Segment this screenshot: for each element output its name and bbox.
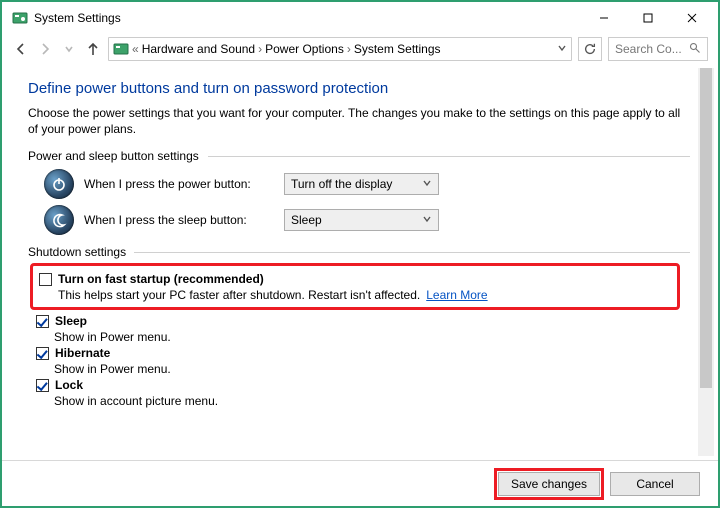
search-placeholder: Search Co... (615, 42, 682, 56)
fast-startup-checkbox[interactable] (39, 273, 52, 286)
hibernate-checkbox[interactable] (36, 347, 49, 360)
control-panel-path-icon (113, 41, 129, 57)
up-button[interactable] (84, 40, 102, 58)
window-title: System Settings (34, 11, 582, 25)
power-sleep-section-title: Power and sleep button settings (28, 149, 690, 163)
page-heading: Define power buttons and turn on passwor… (28, 80, 690, 97)
breadcrumb-seg-3[interactable]: System Settings (354, 42, 441, 56)
sleep-icon (44, 205, 74, 235)
sleep-button-label: When I press the sleep button: (84, 213, 274, 227)
chevron-right-icon: › (258, 42, 262, 56)
cancel-button[interactable]: Cancel (610, 472, 700, 496)
chevron-down-icon (422, 213, 432, 227)
power-sleep-section-label: Power and sleep button settings (28, 149, 199, 163)
breadcrumb-history-dropdown[interactable] (557, 42, 567, 56)
sleep-button-value: Sleep (291, 213, 322, 227)
learn-more-link[interactable]: Learn More (426, 288, 487, 302)
page-intro: Choose the power settings that you want … (28, 105, 690, 137)
lock-option-label: Lock (55, 378, 83, 392)
fast-startup-desc-row: This helps start your PC faster after sh… (58, 288, 671, 302)
power-button-value: Turn off the display (291, 177, 392, 191)
breadcrumb-seg-2[interactable]: Power Options (265, 42, 344, 56)
power-icon (44, 169, 74, 199)
control-panel-icon (12, 10, 28, 26)
forward-button[interactable] (36, 40, 54, 58)
close-button[interactable] (670, 4, 714, 32)
power-button-select[interactable]: Turn off the display (284, 173, 439, 195)
chevron-right-icon: › (347, 42, 351, 56)
address-bar: « Hardware and Sound › Power Options › S… (2, 34, 718, 64)
maximize-button[interactable] (626, 4, 670, 32)
sleep-option-row: Sleep (36, 314, 690, 328)
fast-startup-highlight: Turn on fast startup (recommended) This … (30, 263, 680, 310)
breadcrumb[interactable]: « Hardware and Sound › Power Options › S… (108, 37, 572, 61)
hibernate-option-row: Hibernate (36, 346, 690, 360)
search-icon (689, 42, 701, 57)
window: System Settings « Hardware and Sound › P… (0, 0, 720, 508)
lock-option-row: Lock (36, 378, 690, 392)
save-changes-button[interactable]: Save changes (498, 472, 600, 496)
sleep-button-select[interactable]: Sleep (284, 209, 439, 231)
scrollbar-thumb[interactable] (700, 68, 712, 388)
content-area: Define power buttons and turn on passwor… (28, 80, 690, 454)
chevron-down-icon (422, 177, 432, 191)
lock-checkbox[interactable] (36, 379, 49, 392)
sleep-checkbox[interactable] (36, 315, 49, 328)
shutdown-section-title: Shutdown settings (28, 245, 690, 259)
hibernate-option-label: Hibernate (55, 346, 110, 360)
power-button-row: When I press the power button: Turn off … (44, 169, 690, 199)
titlebar: System Settings (2, 2, 718, 34)
fast-startup-label: Turn on fast startup (recommended) (58, 272, 264, 286)
scrollbar[interactable] (698, 68, 714, 456)
footer: Save changes Cancel (2, 460, 718, 506)
lock-option-desc: Show in account picture menu. (54, 394, 690, 408)
sleep-option-desc: Show in Power menu. (54, 330, 690, 344)
sleep-button-row: When I press the sleep button: Sleep (44, 205, 690, 235)
refresh-button[interactable] (578, 37, 602, 61)
power-button-label: When I press the power button: (84, 177, 274, 191)
back-button[interactable] (12, 40, 30, 58)
breadcrumb-seg-1[interactable]: Hardware and Sound (142, 42, 255, 56)
breadcrumb-prefix: « (132, 42, 139, 56)
search-input[interactable]: Search Co... (608, 37, 708, 61)
minimize-button[interactable] (582, 4, 626, 32)
sleep-option-label: Sleep (55, 314, 87, 328)
recent-dropdown[interactable] (60, 40, 78, 58)
hibernate-option-desc: Show in Power menu. (54, 362, 690, 376)
fast-startup-desc: This helps start your PC faster after sh… (58, 288, 420, 302)
shutdown-section-label: Shutdown settings (28, 245, 126, 259)
fast-startup-row: Turn on fast startup (recommended) (39, 272, 671, 286)
